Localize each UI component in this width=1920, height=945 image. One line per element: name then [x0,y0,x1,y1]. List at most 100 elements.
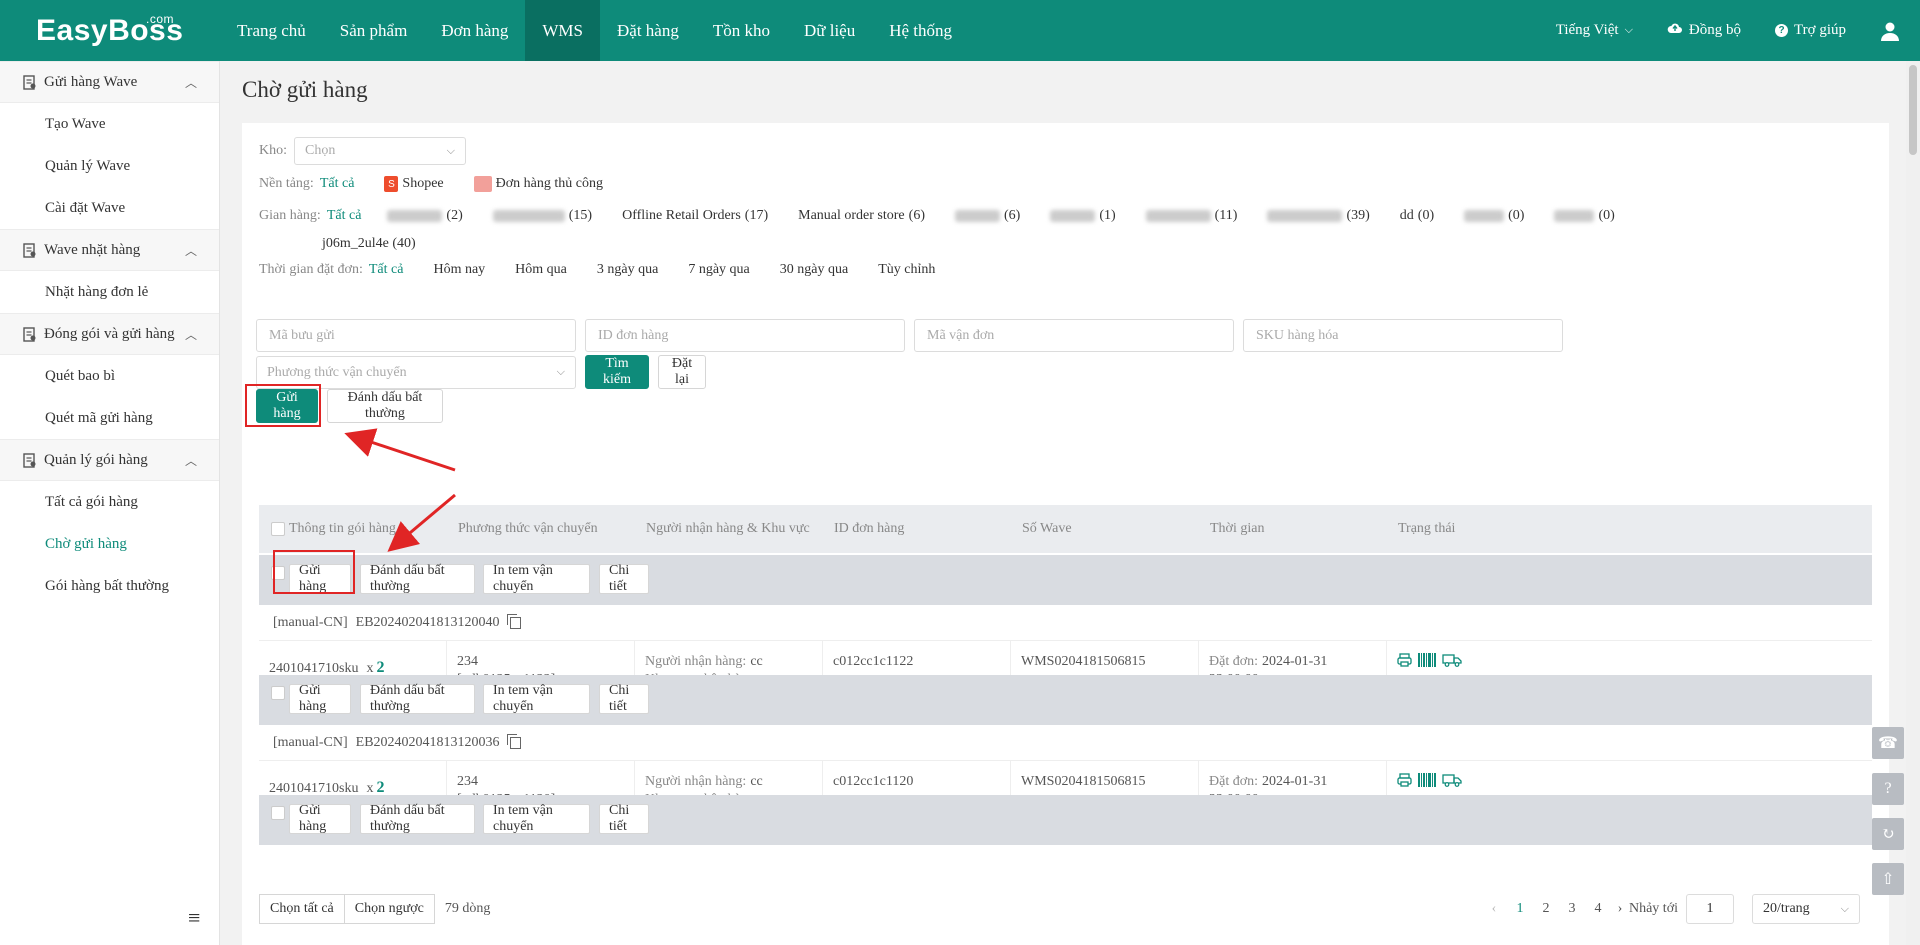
sidebar-item[interactable]: Quét mã gửi hàng [0,397,219,439]
sidebar-item[interactable]: Tất cả gói hàng [0,481,219,523]
row-checkbox[interactable] [271,806,285,825]
mark-abnormal-button[interactable]: Đánh dấu bất thường [360,803,475,834]
barcode-icon[interactable] [1418,653,1436,673]
printer-icon[interactable] [1397,653,1412,673]
postcode-input[interactable] [256,319,576,352]
store-option[interactable]: (11) [1145,208,1237,224]
faq-icon[interactable]: ? [1872,773,1904,805]
store-option[interactable]: (39) [1267,208,1370,224]
store-option[interactable]: Offline Retail Orders (17) [622,208,768,224]
bulk-mark-abnormal-button[interactable]: Đánh dấu bất thường [327,389,443,423]
ship-button[interactable]: Gửi hàng [289,803,351,834]
nav-item-5[interactable]: Tồn kho [696,0,787,61]
nav-item-4[interactable]: Đặt hàng [600,0,696,61]
nav-item-1[interactable]: Sản phẩm [323,0,425,61]
time-option[interactable]: 3 ngày qua [597,262,658,278]
search-button[interactable]: Tìm kiếm [585,355,649,389]
nav-item-3[interactable]: WMS [525,0,601,61]
select-inverse-button[interactable]: Chọn ngược [344,894,435,924]
detail-button[interactable]: Chi tiết [599,803,649,834]
back-to-top-icon[interactable]: ⇧ [1872,863,1904,895]
sidebar-group-2[interactable]: Đóng gói và gửi hàng ︿ [0,313,219,355]
store-option-extra[interactable]: j06m_2ul4e (40) [322,236,416,252]
easyboss-logo[interactable]: EasyBoss .com [0,0,220,61]
page-scrollbar[interactable] [1906,61,1920,945]
page-number[interactable]: 4 [1585,901,1611,917]
printer-icon[interactable] [1397,773,1412,793]
truck-icon[interactable] [1442,653,1462,673]
reset-button[interactable]: Đặt lại [658,355,706,389]
store-option[interactable]: dd (0) [1400,208,1434,224]
barcode-icon[interactable] [1418,773,1436,793]
sidebar-item[interactable]: Gói hàng bất thường [0,565,219,607]
select-all-checkbox[interactable] [271,505,285,553]
sidebar-item[interactable]: Tạo Wave [0,103,219,145]
nav-item-7[interactable]: Hệ thống [872,0,969,61]
bulk-ship-button[interactable]: Gửi hàng [256,389,318,423]
headset-support-icon[interactable]: ☎ [1872,727,1904,759]
copy-icon[interactable] [506,613,521,629]
jump-page-input[interactable] [1686,894,1734,924]
detail-button[interactable]: Chi tiết [599,563,649,594]
mark-abnormal-button[interactable]: Đánh dấu bất thường [360,563,475,594]
warehouse-select[interactable]: Chọn ⌵ [294,137,466,165]
time-option[interactable]: 7 ngày qua [688,262,749,278]
sidebar-item[interactable]: Quét bao bì [0,355,219,397]
shipping-method-select[interactable]: Phương thức vận chuyển ⌵ [256,356,576,389]
user-avatar[interactable] [1880,21,1900,41]
sidebar-group-1[interactable]: Wave nhặt hàng ︿ [0,229,219,271]
store-option[interactable]: (2) [387,208,463,224]
truck-icon[interactable] [1442,773,1462,793]
print-label-button[interactable]: In tem vận chuyển [483,803,590,834]
nav-item-6[interactable]: Dữ liệu [787,0,872,61]
page-number[interactable]: 3 [1559,901,1585,917]
select-all-button[interactable]: Chọn tất cả [259,894,345,924]
ship-button[interactable]: Gửi hàng [289,563,351,594]
help-button[interactable]: ? Trợ giúp [1775,22,1846,39]
detail-button[interactable]: Chi tiết [599,683,649,714]
collapse-sidebar-icon[interactable]: ≡ [188,905,200,931]
store-option[interactable]: (0) [1554,208,1615,224]
per-page-select[interactable]: 20/trang ⌵ [1752,894,1860,924]
prev-page-icon[interactable]: ‹ [1481,901,1507,917]
copy-icon[interactable] [506,733,521,749]
store-option[interactable]: (1) [1050,208,1116,224]
store-all[interactable]: Tất cả [327,208,362,224]
row-checkbox[interactable] [271,686,285,705]
store-option[interactable]: (0) [1464,208,1524,224]
time-option[interactable]: Tùy chỉnh [878,262,935,278]
sidebar-item[interactable]: Quản lý Wave [0,145,219,187]
sidebar-group-3[interactable]: Quản lý gói hàng ︿ [0,439,219,481]
quantity: 2 [376,779,385,796]
order-id-input[interactable] [585,319,905,352]
nav-item-0[interactable]: Trang chủ [220,0,323,61]
platform-all[interactable]: Tất cả [320,176,355,192]
time-option[interactable]: Tất cả [369,262,404,278]
time-option[interactable]: 30 ngày qua [780,262,848,278]
sidebar-item[interactable]: Cài đặt Wave [0,187,219,229]
nav-item-2[interactable]: Đơn hàng [424,0,525,61]
store-option[interactable]: Manual order store (6) [798,208,925,224]
language-selector[interactable]: Tiếng Việt ⌵ [1556,22,1633,39]
print-label-button[interactable]: In tem vận chuyển [483,683,590,714]
page-number[interactable]: 2 [1533,901,1559,917]
time-option[interactable]: Hôm qua [515,262,567,278]
store-option[interactable]: (6) [954,208,1020,224]
next-page-icon[interactable]: › [1611,901,1629,917]
platform-shopee[interactable]: S Shopee [384,176,444,192]
ship-button[interactable]: Gửi hàng [289,683,351,714]
mark-abnormal-button[interactable]: Đánh dấu bất thường [360,683,475,714]
platform-manual[interactable]: Đơn hàng thủ công [473,176,603,192]
print-label-button[interactable]: In tem vận chuyển [483,563,590,594]
sidebar-item[interactable]: Chờ gửi hàng [0,523,219,565]
time-option[interactable]: Hôm nay [433,262,485,278]
sku-input[interactable] [1243,319,1563,352]
refresh-icon[interactable]: ↻ [1872,818,1904,850]
row-checkbox[interactable] [271,566,285,585]
sidebar-item[interactable]: Nhặt hàng đơn lẻ [0,271,219,313]
sidebar-group-0[interactable]: Gửi hàng Wave ︿ [0,61,219,103]
page-number[interactable]: 1 [1507,901,1533,917]
tracking-number-input[interactable] [914,319,1234,352]
sync-button[interactable]: Đồng bộ [1667,22,1741,39]
store-option[interactable]: (15) [492,208,592,224]
